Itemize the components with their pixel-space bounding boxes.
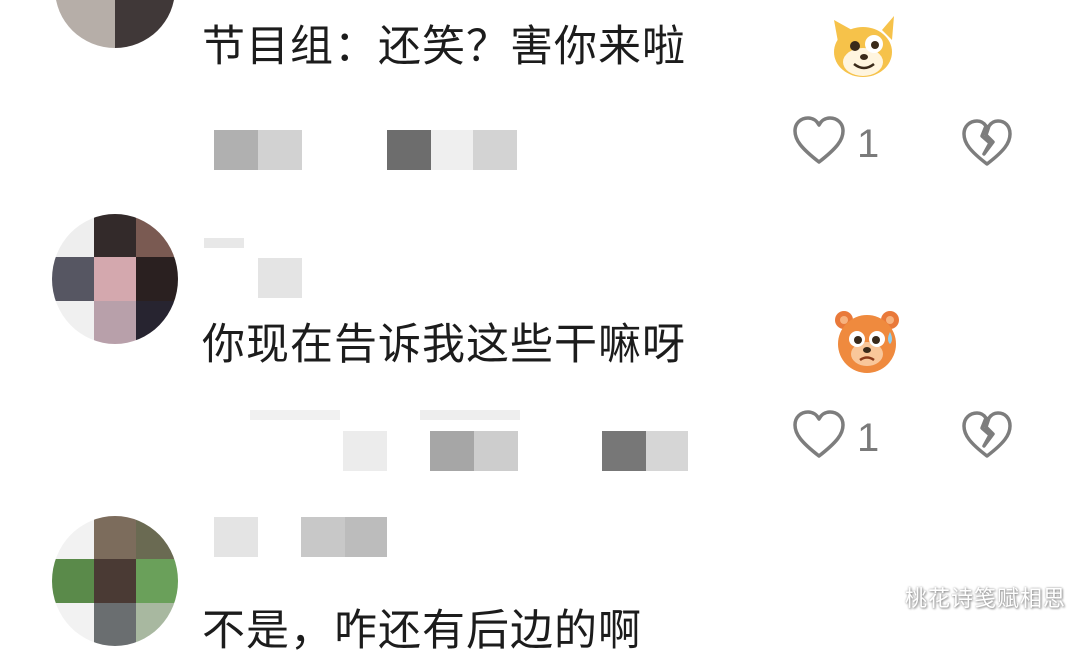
pixelated-username: [345, 517, 387, 557]
pixelated-meta: [387, 130, 431, 170]
comment-text: 你现在告诉我这些干嘛呀: [202, 320, 686, 370]
broken-heart-icon[interactable]: [960, 116, 1014, 170]
comment-text: 不是，咋还有后边的啊: [202, 606, 642, 656]
comment-text: 节目组：还笑？害你来啦: [202, 22, 686, 72]
avatar[interactable]: [55, 0, 175, 48]
pixelated-meta: [430, 431, 474, 471]
pixelated-meta: [420, 410, 520, 420]
pixelated-meta: [473, 130, 517, 170]
like-count: 1: [857, 416, 880, 460]
pixelated-meta: [214, 130, 258, 170]
pixelated-username: [214, 517, 258, 557]
pixelated-meta: [343, 431, 387, 471]
avatar[interactable]: [52, 214, 178, 344]
like-count: 1: [857, 122, 880, 166]
broken-heart-icon[interactable]: [960, 408, 1014, 462]
laughing-dog-emoji: [834, 16, 894, 77]
pixelated-meta: [250, 410, 340, 420]
heart-outline-icon[interactable]: [791, 408, 847, 462]
pixelated-meta: [431, 130, 473, 170]
pixelated-meta: [258, 130, 302, 170]
heart-outline-icon[interactable]: [791, 114, 847, 168]
pixelated-username: [204, 238, 244, 248]
sweating-bear-emoji: [835, 311, 899, 373]
pixelated-meta: [646, 431, 688, 471]
pixelated-username: [301, 517, 345, 557]
pixelated-meta: [602, 431, 646, 471]
watermark: 桃花诗笺赋相思: [904, 587, 1066, 612]
pixelated-username: [258, 258, 302, 298]
pixelated-meta: [474, 431, 518, 471]
